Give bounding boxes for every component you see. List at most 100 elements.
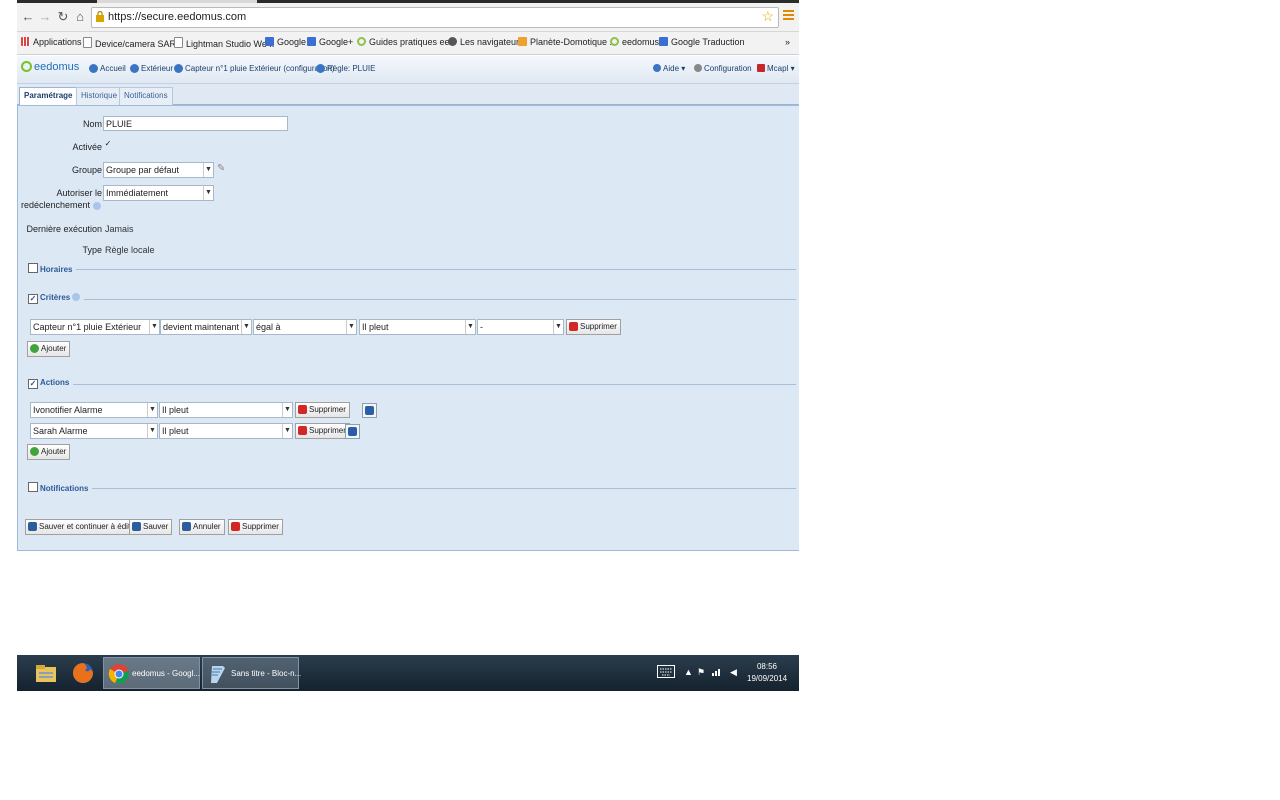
critere-extra-select[interactable]: - ▼ xyxy=(477,319,564,335)
bookmark-google-plus[interactable]: Google+ xyxy=(307,37,353,47)
keyboard-icon[interactable] xyxy=(657,665,675,680)
google-icon xyxy=(307,37,316,46)
type-value: Règle locale xyxy=(105,245,155,255)
section-horaires: Horaires xyxy=(28,263,796,275)
forward-arrow-icon[interactable]: → xyxy=(38,9,52,24)
cancel-button[interactable]: Annuler xyxy=(179,519,225,535)
redeclenchement-select[interactable]: Immédiatement ▼ xyxy=(103,185,214,201)
bookmark-navigateurs[interactable]: Les navigateurs xyxy=(448,37,524,47)
breadcrumb-exterieur[interactable]: Extérieur xyxy=(130,64,173,73)
add-icon xyxy=(30,447,39,456)
critere-condition-select[interactable]: devient maintenant ▼ xyxy=(160,319,252,335)
logo-icon xyxy=(21,61,32,72)
chevron-down-icon: ▼ xyxy=(149,320,159,334)
bookmarks-more[interactable]: » xyxy=(785,37,790,47)
bookmark-eedomus[interactable]: eedomus xyxy=(610,37,659,47)
action-center-flag-icon[interactable]: ⚑ xyxy=(697,667,705,678)
critere-operator-select[interactable]: égal à ▼ xyxy=(253,319,357,335)
breadcrumb-accueil[interactable]: Accueil xyxy=(89,64,126,73)
reload-icon[interactable]: ↻ xyxy=(56,9,70,25)
action-add-icon[interactable] xyxy=(362,403,377,418)
bookmark-planete-domotique[interactable]: Planète-Domotique .. xyxy=(518,37,615,47)
chevron-down-icon: ▼ xyxy=(346,320,356,334)
rule-form-panel: Nom PLUIE Activée ✓ Groupe Groupe par dé… xyxy=(17,105,799,551)
help-menu[interactable]: Aide ▾ xyxy=(651,64,685,73)
section-notifications: Notifications xyxy=(28,482,796,494)
add-critere-button[interactable]: Ajouter xyxy=(27,341,71,357)
autoriser-label-line2: redéclenchement xyxy=(20,200,90,210)
delete-icon xyxy=(569,322,578,331)
breadcrumb-regle[interactable]: Règle: PLUIE xyxy=(316,64,375,73)
taskbar-chrome-window[interactable]: eedomus - Googl... xyxy=(103,657,200,689)
gear-icon xyxy=(316,64,325,73)
help-icon xyxy=(653,64,661,72)
groupe-select[interactable]: Groupe par défaut ▼ xyxy=(103,162,214,178)
browser-menu-icon[interactable] xyxy=(783,10,794,22)
bookmark-lightman[interactable]: Lightman Studio We .. xyxy=(174,37,274,49)
back-arrow-icon[interactable]: ← xyxy=(21,9,35,24)
criteres-checkbox[interactable]: ✓ xyxy=(28,294,38,304)
chrome-icon xyxy=(108,664,129,684)
delete-rule-button[interactable]: Supprimer xyxy=(228,519,283,535)
add-action-button[interactable]: Ajouter xyxy=(27,444,71,460)
groupe-label: Groupe xyxy=(71,165,102,175)
bookmark-guides[interactable]: Guides pratiques ee.. xyxy=(357,37,455,47)
breadcrumb-capteur[interactable]: Capteur n°1 pluie Extérieur (configurati… xyxy=(174,64,335,73)
tab-notifications[interactable]: Notifications xyxy=(119,87,173,105)
delete-icon xyxy=(298,426,307,435)
chevron-down-icon: ▼ xyxy=(553,320,563,334)
save-button[interactable]: Sauver xyxy=(129,519,173,535)
info-icon[interactable] xyxy=(93,202,101,210)
action-device-select[interactable]: Sarah Alarme ▼ xyxy=(30,423,158,439)
nom-input[interactable]: PLUIE xyxy=(103,116,288,131)
actions-checkbox[interactable]: ✓ xyxy=(28,379,38,389)
action-delete-button[interactable]: Supprimer xyxy=(295,423,350,439)
bookmark-google-traduction[interactable]: Google Traduction xyxy=(659,37,745,47)
horaires-checkbox[interactable] xyxy=(28,263,38,273)
tab-parametrage[interactable]: Paramétrage xyxy=(19,87,78,105)
derniere-execution-label: Dernière exécution xyxy=(26,224,102,234)
volume-icon[interactable]: ◀ xyxy=(730,667,737,678)
action-value-select[interactable]: Il pleut ▼ xyxy=(159,402,293,418)
tray-expand-icon[interactable]: ▲ xyxy=(684,667,693,677)
bookmark-star-icon[interactable]: ☆ xyxy=(761,8,774,25)
user-icon xyxy=(757,64,765,72)
info-icon[interactable] xyxy=(72,293,81,301)
add-icon xyxy=(30,344,39,353)
section-criteres: ✓ Critères xyxy=(28,293,796,305)
tab-historique[interactable]: Historique xyxy=(76,87,123,105)
home-icon[interactable]: ⌂ xyxy=(73,9,87,24)
firefox-icon[interactable] xyxy=(70,660,96,686)
address-bar[interactable]: https://secure.eedomus.com ☆ xyxy=(91,7,779,28)
user-menu[interactable]: Mcapl ▾ xyxy=(755,64,795,73)
eedomus-logo[interactable]: eedomus xyxy=(21,61,79,73)
edit-pencil-icon[interactable]: ✎ xyxy=(217,163,225,174)
chevron-down-icon: ▼ xyxy=(147,424,157,438)
chevron-down-icon: ▼ xyxy=(282,424,292,438)
system-clock[interactable]: 08:56 19/09/2014 xyxy=(747,661,787,685)
configuration-link[interactable]: Configuration xyxy=(692,64,752,73)
windows-taskbar: eedomus - Googl... Sans titre - Bloc-n..… xyxy=(17,655,799,691)
notifications-title: Notifications xyxy=(40,484,89,493)
action-device-select[interactable]: Ivonotifier Alarme ▼ xyxy=(30,402,158,418)
action-add-icon[interactable] xyxy=(345,424,360,439)
activee-label: Activée xyxy=(72,142,102,152)
critere-delete-button[interactable]: Supprimer xyxy=(566,319,621,335)
eedomus-icon xyxy=(357,37,366,46)
bookmark-device-camera[interactable]: Device/camera SAR .. xyxy=(83,37,184,49)
bookmark-google[interactable]: Google xyxy=(265,37,306,47)
activee-checkbox[interactable]: ✓ xyxy=(104,140,112,148)
criteres-title: Critères xyxy=(40,293,71,302)
bookmark-applications[interactable]: Applications xyxy=(21,37,82,47)
derniere-execution-value: Jamais xyxy=(105,224,134,234)
save-continue-button[interactable]: Sauver et continuer à éditer xyxy=(25,519,142,535)
critere-value-select[interactable]: Il pleut ▼ xyxy=(359,319,476,335)
chevron-down-icon: ▼ xyxy=(282,403,292,417)
notifications-checkbox[interactable] xyxy=(28,482,38,492)
taskbar-notepad-window[interactable]: Sans titre - Bloc-n... xyxy=(202,657,301,689)
network-signal-icon[interactable] xyxy=(712,667,722,678)
action-delete-button[interactable]: Supprimer xyxy=(295,402,350,418)
action-value-select[interactable]: Il pleut ▼ xyxy=(159,423,293,439)
critere-capteur-select[interactable]: Capteur n°1 pluie Extérieur ▼ xyxy=(30,319,160,335)
file-explorer-icon[interactable] xyxy=(33,660,59,686)
